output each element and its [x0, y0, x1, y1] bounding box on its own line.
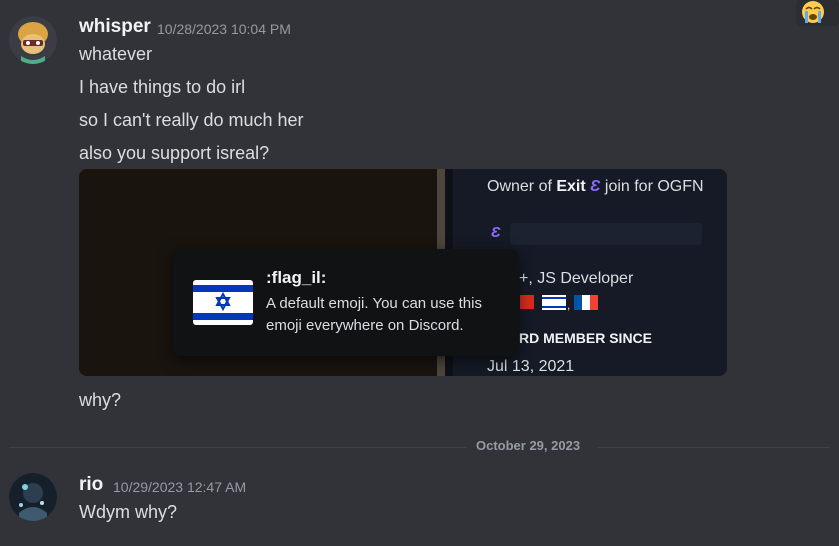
message-text: so I can't really do much her: [79, 110, 304, 130]
message-text: whatever: [79, 44, 153, 64]
avatar[interactable]: [9, 473, 57, 521]
username[interactable]: whisper: [79, 16, 151, 38]
chat-view: whisper 10/28/2023 10:04 PM whatever I h…: [0, 0, 839, 546]
emoji-description: A default emoji. You can use this emoji …: [266, 295, 482, 334]
username[interactable]: rio: [79, 474, 103, 496]
message-text: Wdym why?: [79, 502, 178, 522]
emoji-name: :flag_il:: [266, 268, 327, 287]
emoji-tooltip: :flag_il: A default emoji. You can use t…: [173, 249, 518, 356]
divider-right: [598, 447, 830, 448]
message-timestamp: 10/29/2023 12:47 AM: [113, 479, 247, 495]
flags-row: ,: [520, 293, 600, 316]
redacted-bar: [510, 223, 702, 245]
message-text: also you support isreal?: [79, 143, 270, 163]
message-text: I have things to do irl: [79, 77, 246, 97]
divider-left: [9, 447, 467, 448]
date-divider: October 29, 2023: [476, 438, 581, 453]
profile-bio-line: Owner of Exit Ɛ join for OGFN: [487, 178, 704, 195]
loudly-crying-face-icon[interactable]: [796, 0, 839, 26]
avatar[interactable]: [9, 16, 57, 64]
israel-flag-icon: [193, 280, 253, 330]
member-since-date: Jul 13, 2021: [487, 358, 575, 375]
exit-e-icon: Ɛ: [590, 178, 601, 195]
svg-text:,: ,: [567, 298, 570, 311]
exit-e-icon: Ɛ: [491, 224, 501, 241]
profile-dev-line: +, JS Developer: [519, 270, 634, 287]
member-since-label: RD MEMBER SINCE: [519, 330, 653, 346]
message-text: why?: [79, 390, 122, 410]
message-timestamp: 10/28/2023 10:04 PM: [157, 21, 291, 37]
